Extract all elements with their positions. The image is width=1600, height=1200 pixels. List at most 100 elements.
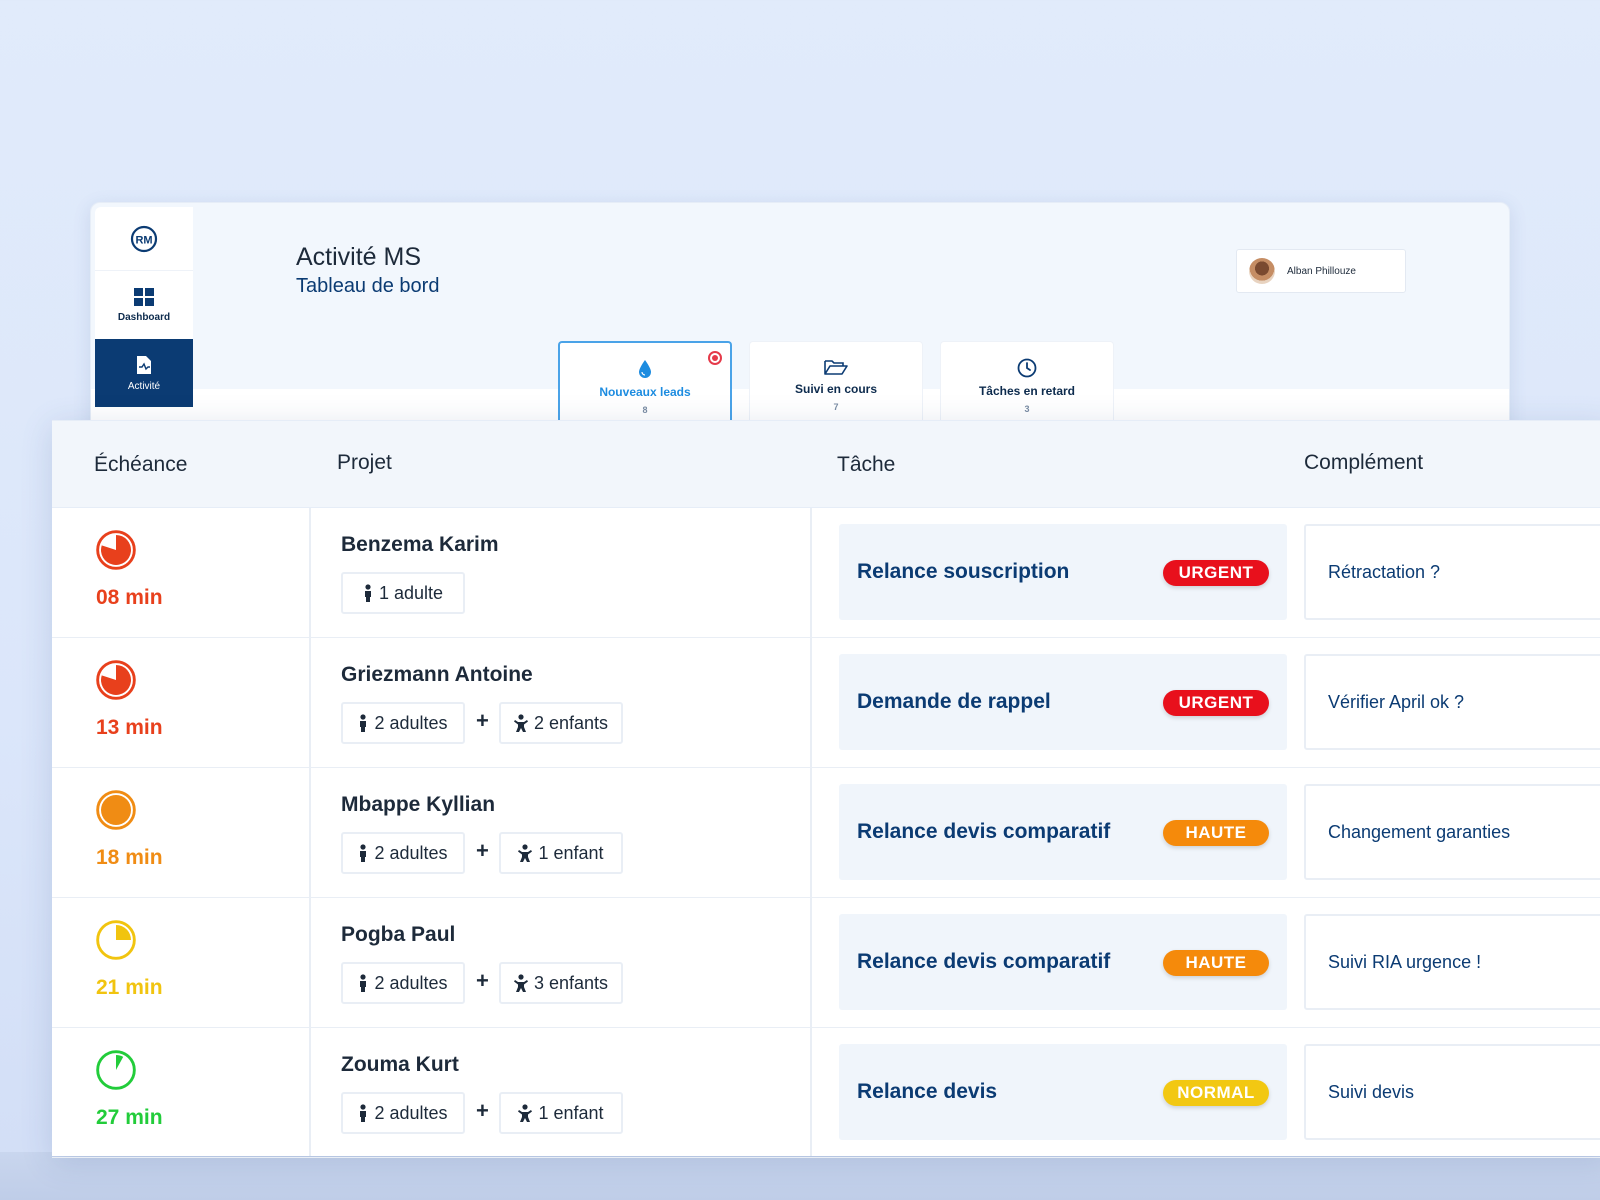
child-icon	[513, 974, 528, 992]
column-header-projet[interactable]: Projet	[337, 451, 392, 475]
person-icon	[360, 974, 367, 992]
tab-label: Nouveaux leads	[599, 385, 691, 399]
chip-label: 2 adultes	[374, 842, 448, 863]
task-cell[interactable]: Relance devis comparatif HAUTE	[839, 914, 1287, 1010]
complement-cell[interactable]: Changement garanties	[1304, 784, 1600, 880]
children-chip: 3 enfants	[499, 962, 623, 1004]
project-name[interactable]: Mbappe Kyllian	[341, 793, 495, 817]
task-cell[interactable]: Demande de rappel URGENT	[839, 654, 1287, 750]
table-row[interactable]: 18 min Mbappe Kyllian 2 adultes 1 enfant + Re…	[52, 768, 1600, 898]
adults-chip: 2 adultes	[341, 962, 465, 1004]
svg-text:RM: RM	[135, 234, 152, 246]
table-header: Échéance Projet Tâche Complément	[52, 421, 1600, 508]
tab-count: 8	[642, 405, 648, 415]
adults-chip: 2 adultes	[341, 702, 465, 744]
page-title: Activité MS	[296, 243, 422, 271]
chip-label: 1 enfant	[538, 842, 604, 863]
chip-label: 1 enfant	[538, 1102, 604, 1123]
table-row[interactable]: 21 min Pogba Paul 2 adultes 3 enfants + Relan…	[52, 898, 1600, 1028]
complement-cell[interactable]: Suivi devis	[1304, 1044, 1600, 1140]
task-cell[interactable]: Relance devis comparatif HAUTE	[839, 784, 1287, 880]
person-icon	[360, 844, 367, 862]
priority-badge: NORMAL	[1163, 1080, 1269, 1106]
task-label: Relance devis comparatif	[857, 950, 1111, 973]
time-remaining: 08 min	[96, 586, 163, 609]
time-remaining: 21 min	[96, 976, 163, 999]
tasks-table: Échéance Projet Tâche Complément 08 min B…	[52, 420, 1600, 1158]
file-activity-icon	[137, 355, 151, 374]
task-cell[interactable]: Relance devis NORMAL	[839, 1044, 1287, 1140]
table-row[interactable]: 08 min Benzema Karim 1 adulte Relance sousc…	[52, 508, 1600, 638]
timer-icon	[96, 920, 136, 960]
timer-icon	[96, 660, 136, 700]
person-icon	[360, 1104, 367, 1122]
child-icon	[513, 714, 528, 732]
background-strip	[0, 1152, 1600, 1200]
sidebar: RM Dashboard Activité	[95, 207, 193, 417]
sidebar-item-dashboard[interactable]: Dashboard	[95, 271, 193, 339]
complement-cell[interactable]: Suivi RIA urgence !	[1304, 914, 1600, 1010]
priority-badge: URGENT	[1163, 690, 1269, 716]
task-label: Relance souscription	[857, 560, 1070, 583]
folder-open-icon	[824, 360, 848, 375]
complement-text: Changement garanties	[1328, 822, 1511, 842]
child-icon	[518, 1104, 533, 1122]
plus-sign: +	[476, 968, 489, 993]
sidebar-item-activite[interactable]: Activité	[95, 339, 193, 407]
project-name[interactable]: Benzema Karim	[341, 533, 499, 557]
chip-label: 3 enfants	[533, 972, 609, 993]
complement-text: Vérifier April ok ?	[1328, 692, 1465, 712]
app-window: RM Dashboard Activité Activité MS Tablea…	[90, 202, 1510, 453]
avatar	[1249, 258, 1275, 284]
adults-chip: 2 adultes	[341, 832, 465, 874]
plus-sign: +	[476, 838, 489, 863]
timer-icon	[96, 530, 136, 570]
drop-icon	[639, 360, 651, 378]
sidebar-item-label: Dashboard	[117, 311, 171, 323]
time-remaining: 27 min	[96, 1106, 163, 1129]
children-chip: 1 enfant	[499, 832, 623, 874]
user-menu[interactable]: Alban Phillouze	[1236, 249, 1406, 293]
project-name[interactable]: Griezmann Antoine	[341, 663, 533, 687]
user-name: Alban Phillouze	[1287, 265, 1356, 277]
grid-icon	[134, 287, 154, 306]
tab-nouveaux-leads[interactable]: Nouveaux leads 8	[558, 341, 732, 421]
complement-cell[interactable]: Vérifier April ok ?	[1304, 654, 1600, 750]
project-name[interactable]: Zouma Kurt	[341, 1053, 459, 1077]
task-cell[interactable]: Relance souscription URGENT	[839, 524, 1287, 620]
table-row[interactable]: 13 min Griezmann Antoine 2 adultes 2 enfant…	[52, 638, 1600, 768]
chip-label: 2 adultes	[374, 1102, 448, 1123]
sidebar-item-label: Activité	[127, 380, 161, 392]
child-icon	[518, 844, 533, 862]
children-chip: 1 enfant	[499, 1092, 623, 1134]
person-icon	[360, 714, 367, 732]
plus-sign: +	[476, 708, 489, 733]
complement-text: Rétractation ?	[1328, 562, 1441, 582]
project-name[interactable]: Pogba Paul	[341, 923, 455, 947]
chip-label: 2 adultes	[374, 972, 448, 993]
complement-cell[interactable]: Rétractation ?	[1304, 524, 1600, 620]
tab-count: 3	[1024, 404, 1030, 414]
app-logo[interactable]: RM	[95, 207, 193, 271]
time-remaining: 13 min	[96, 716, 163, 739]
tab-count: 7	[833, 402, 839, 412]
tab-suivi-en-cours[interactable]: Suivi en cours 7	[749, 341, 923, 421]
plus-sign: +	[476, 1098, 489, 1123]
complement-text: Suivi devis	[1328, 1082, 1415, 1102]
task-label: Relance devis comparatif	[857, 820, 1111, 843]
notification-dot-icon	[708, 351, 722, 365]
priority-badge: URGENT	[1163, 560, 1269, 586]
column-header-tache[interactable]: Tâche	[837, 453, 895, 477]
tab-taches-en-retard[interactable]: Tâches en retard 3	[940, 341, 1114, 421]
chip-label: 2 adultes	[374, 712, 448, 733]
table-row[interactable]: 27 min Zouma Kurt 2 adultes 1 enfant + Relanc…	[52, 1028, 1600, 1158]
complement-text: Suivi RIA urgence !	[1328, 952, 1482, 972]
person-icon	[364, 584, 371, 602]
rm-logo-icon: RM	[130, 225, 158, 252]
time-remaining: 18 min	[96, 846, 163, 869]
column-header-echeance[interactable]: Échéance	[94, 453, 187, 477]
chip-label: 1 adulte	[378, 582, 444, 603]
adults-chip: 2 adultes	[341, 1092, 465, 1134]
column-header-complement[interactable]: Complément	[1304, 451, 1423, 475]
timer-icon	[96, 790, 136, 830]
